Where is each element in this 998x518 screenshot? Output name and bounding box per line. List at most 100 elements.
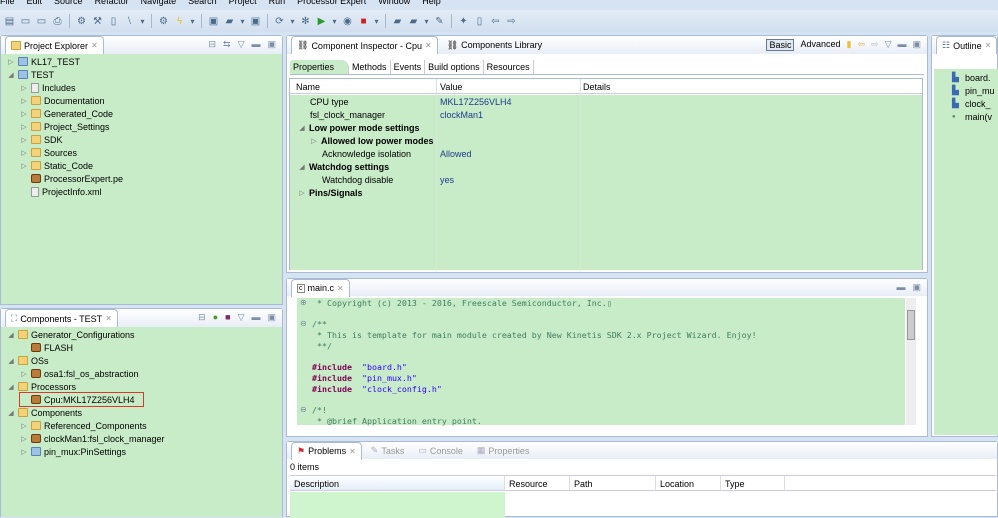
view-menu-icon[interactable]: ▽: [885, 39, 892, 51]
tree-item[interactable]: ▷ KL17_TEST: [7, 55, 80, 68]
advanced-mode-button[interactable]: Advanced: [800, 39, 840, 51]
dropdown-arrow-icon[interactable]: ▾: [239, 15, 246, 28]
forward-icon[interactable]: ⇨: [505, 15, 518, 28]
menu-search[interactable]: Search: [188, 0, 217, 8]
build-config-icon[interactable]: ⚙: [75, 15, 88, 28]
subtab-resources[interactable]: Resources: [484, 60, 534, 74]
forward-icon[interactable]: ⇨: [871, 39, 879, 51]
wrench-icon[interactable]: ✎: [433, 15, 446, 28]
open-folder-icon[interactable]: ▰: [407, 15, 420, 28]
skip-breakpoints-icon[interactable]: ⧵: [123, 15, 136, 28]
tab-tasks[interactable]: ✎ Tasks: [366, 442, 410, 460]
new-c-project-icon[interactable]: ▣: [207, 15, 220, 28]
annotation-icon[interactable]: ✦: [457, 15, 470, 28]
close-icon[interactable]: ✕: [425, 41, 432, 50]
menu-navigate[interactable]: Navigate: [141, 0, 177, 8]
tab-problems[interactable]: ⚑ Problems ✕: [291, 441, 362, 460]
property-value[interactable]: MKL17Z256VLH4: [440, 95, 512, 108]
tree-item[interactable]: ▷ Includes: [20, 81, 76, 94]
column-path[interactable]: Path: [570, 476, 656, 490]
minimize-icon[interactable]: ▬: [896, 282, 905, 293]
column-value[interactable]: Value: [440, 82, 462, 92]
tree-item[interactable]: FLASH: [20, 341, 73, 354]
dropdown-arrow-icon[interactable]: ▾: [423, 15, 430, 28]
tab-components-library[interactable]: ⛓ Components Library: [442, 36, 547, 54]
property-row[interactable]: ◢ Watchdog settings: [298, 160, 389, 173]
property-row[interactable]: ▷ Pins/Signals: [298, 186, 362, 199]
subtab-methods[interactable]: Methods: [349, 60, 391, 74]
twisty-collapsed-icon[interactable]: ▷: [20, 123, 28, 131]
twisty-collapsed-icon[interactable]: ▷: [310, 137, 318, 145]
minimize-icon[interactable]: ▬: [251, 312, 260, 323]
property-row[interactable]: fsl_clock_manager: [310, 108, 385, 121]
column-type[interactable]: Type: [721, 476, 785, 490]
menu-refactor[interactable]: Refactor: [95, 0, 129, 8]
twisty-collapsed-icon[interactable]: ▷: [20, 110, 28, 118]
tree-item[interactable]: ProcessorExpert.pe: [20, 172, 123, 185]
open-icon[interactable]: ▰: [391, 15, 404, 28]
property-row[interactable]: ◢ Low power mode settings: [298, 121, 419, 134]
dropdown-arrow-icon[interactable]: ▾: [189, 15, 196, 28]
minimize-icon[interactable]: ▬: [897, 39, 906, 51]
dropdown-arrow-icon[interactable]: ▾: [289, 15, 296, 28]
property-row[interactable]: Acknowledge isolation: [322, 147, 411, 160]
tree-item[interactable]: ▷ clockMan1:fsl_clock_manager: [20, 432, 164, 445]
menu-edit[interactable]: Edit: [27, 0, 43, 8]
twisty-collapsed-icon[interactable]: ▷: [20, 370, 28, 378]
twisty-collapsed-icon[interactable]: ▷: [7, 58, 15, 66]
twisty-collapsed-icon[interactable]: ▷: [20, 422, 28, 430]
tree-item[interactable]: ◢ TEST: [7, 68, 54, 81]
collapse-all-icon[interactable]: ⊟: [198, 312, 206, 323]
tab-outline[interactable]: ☷ Outline ✕: [936, 36, 998, 54]
tree-item[interactable]: ▷ Generated_Code: [20, 107, 113, 120]
tab-components[interactable]: ⛶ Components - TEST ✕: [5, 309, 118, 327]
twisty-collapsed-icon[interactable]: ▷: [20, 448, 28, 456]
twisty-expanded-icon[interactable]: ◢: [7, 409, 15, 417]
menu-file[interactable]: File: [0, 0, 15, 8]
twisty-collapsed-icon[interactable]: ▷: [20, 97, 28, 105]
property-row[interactable]: ▷ Allowed low power modes: [310, 134, 433, 147]
next-edit-icon[interactable]: ▯: [473, 15, 486, 28]
property-row[interactable]: Watchdog disable: [322, 173, 393, 186]
stop-icon[interactable]: ■: [357, 15, 370, 28]
column-details[interactable]: Details: [583, 82, 611, 92]
close-icon[interactable]: ✕: [105, 314, 112, 323]
column-description[interactable]: Description: [290, 476, 505, 490]
external-tools-icon[interactable]: ⚙: [157, 15, 170, 28]
back-icon[interactable]: ⇦: [489, 15, 502, 28]
twisty-collapsed-icon[interactable]: ▷: [20, 84, 28, 92]
new-icon[interactable]: ▤: [3, 15, 16, 28]
twisty-expanded-icon[interactable]: ◢: [7, 357, 15, 365]
tree-item[interactable]: ▷ osa1:fsl_os_abstraction: [20, 367, 138, 380]
twisty-expanded-icon[interactable]: ◢: [298, 163, 306, 171]
subtab-events[interactable]: Events: [391, 60, 426, 74]
menu-run[interactable]: Run: [269, 0, 286, 8]
view-menu-icon[interactable]: ▽: [238, 39, 245, 50]
tab-component-inspector[interactable]: ⛓ Component Inspector - Cpu ✕: [291, 36, 438, 54]
tree-item[interactable]: ◢ Processors: [7, 380, 76, 393]
maximize-icon[interactable]: ▣: [267, 312, 276, 323]
dropdown-arrow-icon[interactable]: ▾: [331, 15, 338, 28]
tab-project-explorer[interactable]: Project Explorer ✕: [5, 36, 104, 54]
print-icon[interactable]: ⎙: [51, 15, 64, 28]
new-class-icon[interactable]: ▣: [249, 15, 262, 28]
save-icon[interactable]: ▭: [19, 15, 32, 28]
menu-window[interactable]: Window: [378, 0, 410, 8]
close-icon[interactable]: ✕: [349, 447, 356, 456]
subtab-properties[interactable]: Properties: [290, 60, 350, 74]
column-name[interactable]: Name: [296, 82, 320, 92]
tree-item[interactable]: ◢ Components: [7, 406, 82, 419]
tree-item[interactable]: ProjectInfo.xml: [20, 185, 102, 198]
tree-item[interactable]: ▷ Static_Code: [20, 159, 93, 172]
menu-project[interactable]: Project: [229, 0, 257, 8]
tab-main-c[interactable]: c main.c ✕: [291, 278, 350, 297]
twisty-collapsed-icon[interactable]: ▷: [20, 149, 28, 157]
menu-help[interactable]: Help: [422, 0, 441, 8]
subtab-build-options[interactable]: Build options: [425, 60, 484, 74]
tree-item[interactable]: ▷ Referenced_Components: [20, 419, 146, 432]
twisty-collapsed-icon[interactable]: ▷: [298, 189, 306, 197]
column-resource[interactable]: Resource: [505, 476, 570, 490]
generate-code-icon[interactable]: ●: [213, 312, 218, 323]
dropdown-arrow-icon[interactable]: ▾: [139, 15, 146, 28]
debug-icon[interactable]: ✻: [299, 15, 312, 28]
